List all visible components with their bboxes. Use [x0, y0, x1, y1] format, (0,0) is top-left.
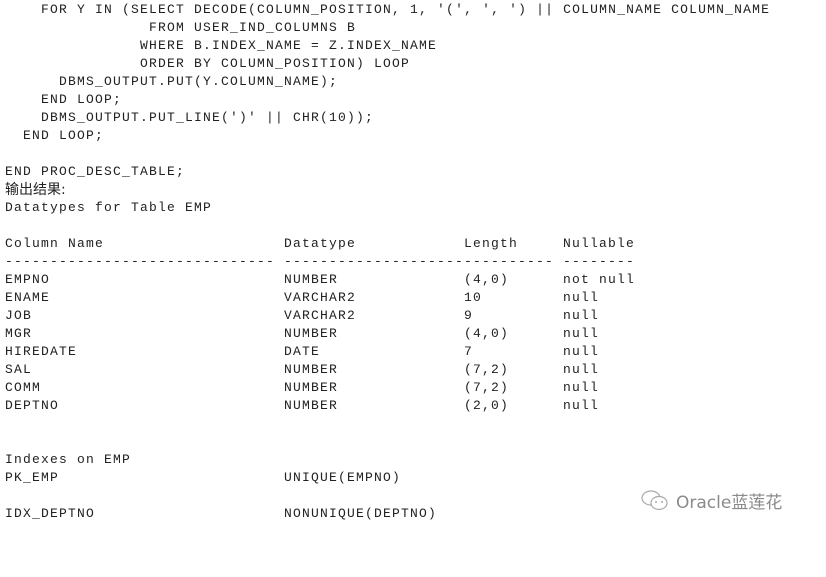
nullable-cell: null — [563, 362, 600, 377]
datatype-cell: NUMBER — [284, 272, 339, 287]
nullable-cell: null — [563, 326, 600, 341]
index-type: UNIQUE(EMPNO) — [284, 470, 402, 485]
index-type: NONUNIQUE(DEPTNO) — [284, 506, 438, 521]
datatype-cell: NUMBER — [284, 326, 339, 341]
table-row: COMM NUMBER (7,2) null — [5, 379, 770, 397]
column-name-cell: MGR — [5, 326, 33, 341]
code-line: ORDER BY COLUMN_POSITION) LOOP — [5, 56, 411, 71]
column-name-cell: EMPNO — [5, 272, 51, 287]
length-cell: (2,0) — [464, 398, 510, 413]
datatype-cell: NUMBER — [284, 380, 339, 395]
code-line: END LOOP; — [5, 128, 105, 143]
nullable-cell: null — [563, 398, 600, 413]
column-name-cell: HIREDATE — [5, 344, 78, 359]
column-name-cell: COMM — [5, 380, 42, 395]
separator: ---------- — [464, 254, 555, 269]
datatype-cell: NUMBER — [284, 398, 339, 413]
indexes-title: Indexes on EMP — [5, 452, 132, 467]
watermark-text: Oracle蓝莲花 — [676, 493, 783, 513]
code-line: WHERE B.INDEX_NAME = Z.INDEX_NAME — [5, 38, 438, 53]
code-line: DBMS_OUTPUT.PUT_LINE(')' || CHR(10)); — [5, 110, 375, 125]
code-line: FOR Y IN (SELECT DECODE(COLUMN_POSITION,… — [5, 2, 771, 17]
separator: ------------------------------ — [5, 254, 276, 269]
length-cell: (4,0) — [464, 326, 510, 341]
header-length: Length — [464, 236, 519, 251]
code-line: FROM USER_IND_COLUMNS B — [5, 20, 357, 35]
datatype-cell: NUMBER — [284, 362, 339, 377]
index-name: PK_EMP — [5, 470, 60, 485]
code-line: DBMS_OUTPUT.PUT(Y.COLUMN_NAME); — [5, 74, 339, 89]
nullable-cell: null — [563, 308, 600, 323]
table-row: HIREDATE DATE 7 null — [5, 343, 770, 361]
column-name-cell: SAL — [5, 362, 33, 377]
nullable-cell: null — [563, 290, 600, 305]
separator: -------- — [563, 254, 636, 269]
header-separator: ------------------------------ ---------… — [5, 253, 770, 271]
document-body: FOR Y IN (SELECT DECODE(COLUMN_POSITION,… — [5, 1, 770, 523]
separator: -------------------- — [284, 254, 465, 269]
table-row: DEPTNO NUMBER (2,0) null — [5, 397, 770, 415]
length-cell: 7 — [464, 344, 474, 359]
table-row: SAL NUMBER (7,2) null — [5, 361, 770, 379]
length-cell: (7,2) — [464, 380, 510, 395]
index-row: PK_EMP UNIQUE(EMPNO) — [5, 469, 770, 487]
table-row: ENAME VARCHAR2 10 null — [5, 289, 770, 307]
column-name-cell: JOB — [5, 308, 33, 323]
length-cell: 10 — [464, 290, 483, 305]
datatype-cell: VARCHAR2 — [284, 308, 357, 323]
datatype-cell: DATE — [284, 344, 321, 359]
length-cell: (4,0) — [464, 272, 510, 287]
nullable-cell: null — [563, 380, 600, 395]
column-name-cell: ENAME — [5, 290, 51, 305]
table-row: JOB VARCHAR2 9 null — [5, 307, 770, 325]
header-column-name: Column Name — [5, 236, 105, 251]
wechat-icon — [641, 489, 668, 510]
table-row: EMPNO NUMBER (4,0) not null — [5, 271, 770, 289]
nullable-cell: null — [563, 344, 600, 359]
datatype-cell: VARCHAR2 — [284, 290, 357, 305]
table-title: Datatypes for Table EMP — [5, 200, 213, 215]
header-datatype: Datatype — [284, 236, 357, 251]
length-cell: 9 — [464, 308, 474, 323]
header-nullable: Nullable — [563, 236, 636, 251]
watermark: Oracle蓝莲花 — [640, 488, 782, 513]
nullable-cell: not null — [563, 272, 636, 287]
table-row: MGR NUMBER (4,0) null — [5, 325, 770, 343]
code-line: END LOOP; — [5, 92, 123, 107]
code-line: END PROC_DESC_TABLE; — [5, 164, 186, 179]
column-name-cell: DEPTNO — [5, 398, 60, 413]
output-label: 输出结果: — [5, 182, 66, 198]
length-cell: (7,2) — [464, 362, 510, 377]
index-name: IDX_DEPTNO — [5, 506, 96, 521]
table-header: Column Name Datatype Length Nullable — [5, 235, 770, 253]
